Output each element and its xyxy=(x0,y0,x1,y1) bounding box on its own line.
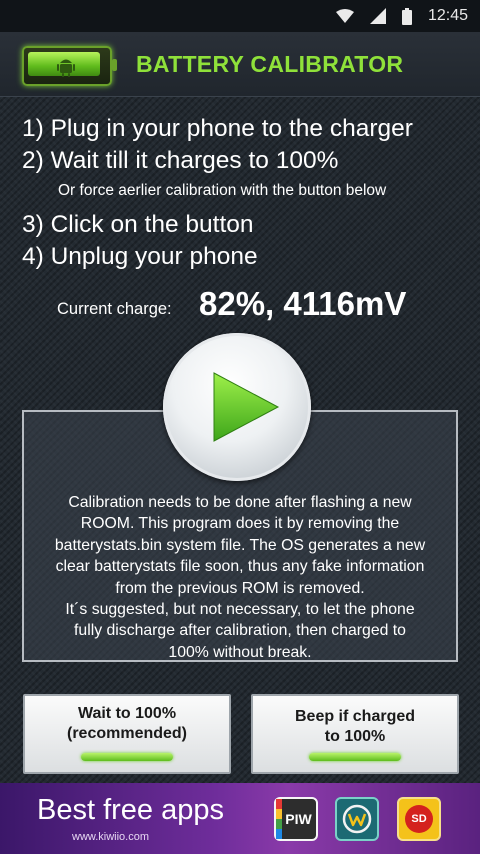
ad-banner[interactable]: Best free apps www.kiwiio.com PIW SD xyxy=(0,783,480,854)
step-2: 2) Wait till it charges to 100% xyxy=(22,147,339,174)
play-icon xyxy=(213,372,280,442)
w-app-icon[interactable] xyxy=(335,797,379,841)
app-bar: BATTERY CALIBRATOR xyxy=(0,32,480,97)
current-charge-value: 82%, 4116mV xyxy=(199,285,407,322)
piw-app-label: PIW xyxy=(285,811,312,827)
wifi-icon xyxy=(335,9,354,23)
cell-signal-icon xyxy=(369,8,386,24)
main-content: 1) Plug in your phone to the charger 2) … xyxy=(0,97,480,783)
info-line: 100% without break. xyxy=(168,643,312,661)
wait-to-100-button[interactable]: Wait to 100% (recommended) xyxy=(23,694,231,774)
info-line: from the previous ROM is removed. xyxy=(115,579,365,597)
app-title: BATTERY CALIBRATOR xyxy=(136,51,404,77)
piw-app-icon[interactable]: PIW xyxy=(274,797,318,841)
beep-button-label: Beep if charged xyxy=(294,708,416,725)
info-line: ROOM. This program does it by removing t… xyxy=(80,515,400,533)
sd-app-icon[interactable]: SD xyxy=(397,797,441,841)
info-line: clear batterystats file soon, thus any f… xyxy=(55,558,425,576)
android-battery-icon xyxy=(22,46,117,86)
status-bar: 12:45 xyxy=(0,0,480,32)
step-3: 3) Click on the button xyxy=(22,211,254,238)
calibration-note: Or force aerlier calibration with the bu… xyxy=(58,182,387,199)
info-line: fully discharge after calibration, then … xyxy=(74,622,406,640)
info-text: Calibration needs to be done after flash… xyxy=(24,492,456,663)
calibrate-play-button[interactable] xyxy=(163,333,311,481)
wait-button-sublabel: (recommended) xyxy=(66,725,188,742)
info-line: Calibration needs to be done after flash… xyxy=(68,494,412,511)
wait-button-indicator xyxy=(81,753,173,761)
beep-if-charged-button[interactable]: Beep if charged to 100% xyxy=(251,694,459,774)
info-line: batterystats.bin system file. The OS gen… xyxy=(54,536,426,554)
current-charge-label: Current charge: xyxy=(57,300,172,318)
step-1: 1) Plug in your phone to the charger xyxy=(22,115,413,142)
status-time: 12:45 xyxy=(427,7,468,24)
info-line: It´s suggested, but not necessary, to le… xyxy=(65,601,415,619)
beep-button-indicator xyxy=(309,753,401,761)
ad-title: Best free apps xyxy=(37,794,224,826)
wait-button-label: Wait to 100% xyxy=(77,705,177,722)
step-4: 4) Unplug your phone xyxy=(22,243,258,270)
ad-url: www.kiwiio.com xyxy=(72,831,150,843)
sd-app-label: SD xyxy=(405,805,433,833)
battery-icon xyxy=(401,7,412,25)
beep-button-sublabel: to 100% xyxy=(324,728,386,745)
